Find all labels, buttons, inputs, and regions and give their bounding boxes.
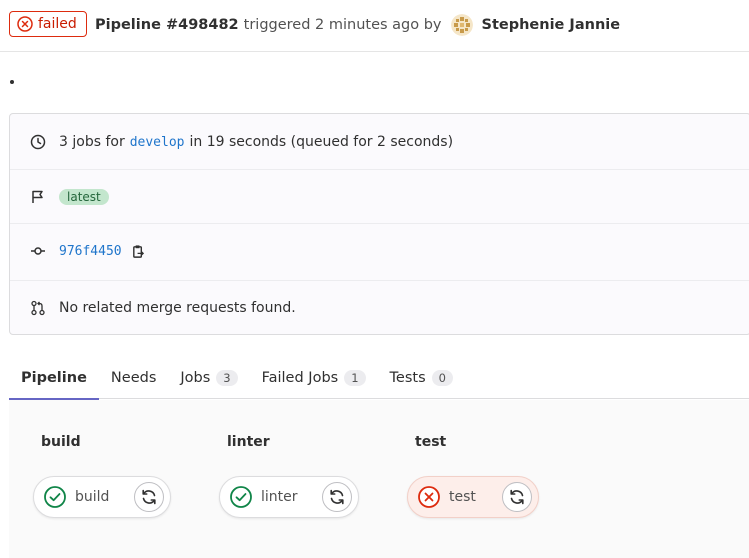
job-build[interactable]: build bbox=[33, 476, 171, 518]
status-badge[interactable]: failed bbox=[9, 11, 87, 37]
tab-label: Jobs bbox=[180, 369, 211, 386]
tab-label: Failed Jobs bbox=[261, 369, 339, 386]
tab-jobs[interactable]: Jobs 3 bbox=[168, 356, 249, 399]
row-divider bbox=[10, 223, 749, 224]
pipeline-title: Pipeline #498482 bbox=[95, 17, 239, 33]
retry-icon bbox=[330, 489, 344, 505]
tab-count: 0 bbox=[431, 369, 453, 386]
merge-requests-text: No related merge requests found. bbox=[59, 300, 296, 316]
merge-requests-row: No related merge requests found. bbox=[10, 297, 749, 319]
tab-pipeline[interactable]: Pipeline bbox=[9, 356, 99, 400]
stage-title-linter: linter bbox=[227, 434, 270, 450]
commit-sha-link[interactable]: 976f4450 bbox=[59, 244, 122, 259]
tab-count: 1 bbox=[344, 369, 366, 386]
row-divider bbox=[10, 280, 749, 281]
job-linter[interactable]: linter bbox=[219, 476, 359, 518]
job-name: build bbox=[75, 489, 110, 505]
merge-request-icon bbox=[29, 299, 47, 317]
pipeline-tabs: Pipeline Needs Jobs 3 Failed Jobs 1 Test… bbox=[9, 356, 749, 400]
clock-icon bbox=[29, 133, 47, 151]
tab-label: Pipeline bbox=[21, 369, 87, 386]
job-name: linter bbox=[261, 489, 298, 505]
tag-row: latest bbox=[10, 186, 749, 208]
retry-icon bbox=[142, 489, 156, 505]
stage-title-build: build bbox=[41, 434, 81, 450]
tab-label: Tests bbox=[389, 369, 426, 386]
status-failed-icon bbox=[17, 16, 33, 32]
pipeline-meta: triggered 2 minutes ago by bbox=[243, 17, 442, 33]
tab-count: 3 bbox=[216, 369, 238, 386]
jobs-summary-row: 3 jobs for develop in 19 seconds (queued… bbox=[10, 131, 749, 153]
retry-button[interactable] bbox=[322, 482, 352, 512]
tab-needs[interactable]: Needs bbox=[99, 356, 168, 399]
jobs-suffix: in 19 seconds (queued for 2 seconds) bbox=[189, 134, 454, 150]
stage-title-test: test bbox=[415, 434, 447, 450]
author-name[interactable]: Stephenie Jannie bbox=[482, 17, 621, 33]
branch-link[interactable]: develop bbox=[130, 135, 185, 150]
jobs-prefix: 3 jobs for bbox=[59, 134, 125, 150]
pipeline-graph: build linter test build linter test bbox=[9, 400, 749, 558]
commit-icon bbox=[29, 242, 47, 260]
status-success-icon bbox=[230, 486, 252, 508]
retry-button[interactable] bbox=[502, 482, 532, 512]
pipeline-info-card: 3 jobs for develop in 19 seconds (queued… bbox=[9, 113, 749, 335]
pipeline-header: failed Pipeline #498482 triggered 2 minu… bbox=[0, 0, 749, 52]
status-label: failed bbox=[38, 16, 77, 32]
bullet-dot bbox=[10, 80, 14, 84]
status-success-icon bbox=[44, 486, 66, 508]
copy-icon[interactable] bbox=[131, 244, 146, 259]
status-failed-icon bbox=[418, 486, 440, 508]
tab-tests[interactable]: Tests 0 bbox=[378, 356, 465, 399]
row-divider bbox=[10, 169, 749, 170]
flag-icon bbox=[29, 188, 47, 206]
latest-badge: latest bbox=[59, 189, 109, 205]
tab-failed-jobs[interactable]: Failed Jobs 1 bbox=[250, 356, 378, 399]
job-name: test bbox=[449, 489, 476, 505]
commit-row: 976f4450 bbox=[10, 240, 749, 262]
job-test[interactable]: test bbox=[407, 476, 539, 518]
retry-button[interactable] bbox=[134, 482, 164, 512]
avatar[interactable] bbox=[450, 14, 473, 36]
tab-label: Needs bbox=[110, 369, 157, 386]
retry-icon bbox=[510, 489, 524, 505]
